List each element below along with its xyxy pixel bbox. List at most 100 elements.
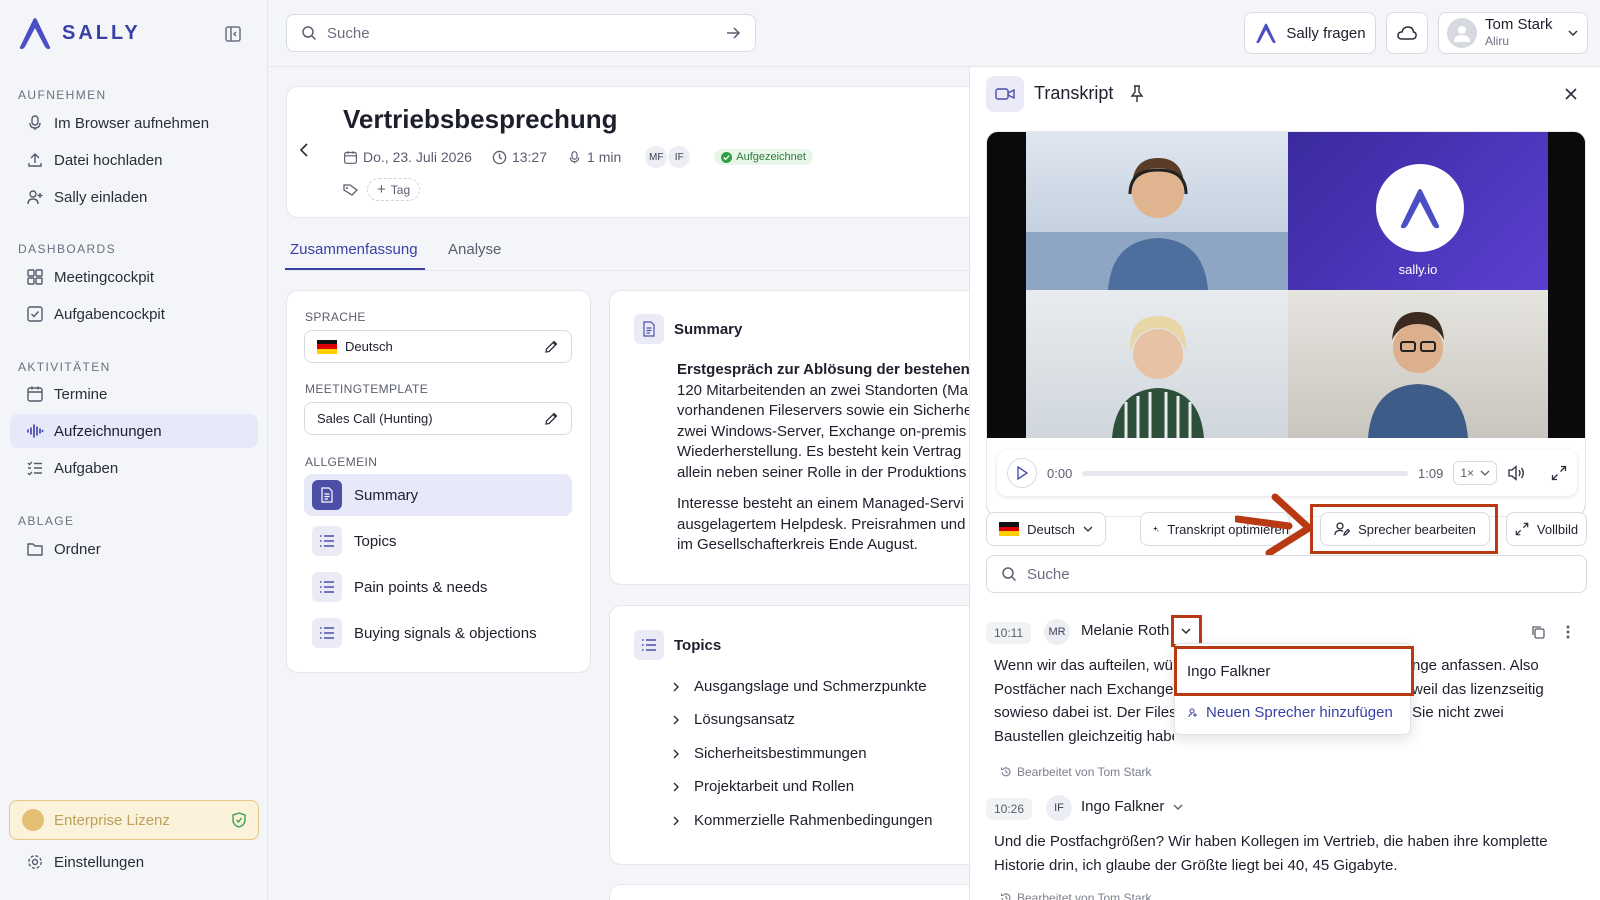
tab-analysis[interactable]: Analyse bbox=[448, 241, 501, 258]
transcript-search-input[interactable]: Suche bbox=[986, 555, 1587, 593]
more-options-icon[interactable] bbox=[1566, 624, 1570, 640]
german-flag-icon bbox=[999, 522, 1020, 537]
list-icon bbox=[312, 526, 342, 556]
arrow-right-icon[interactable] bbox=[725, 25, 741, 41]
meeting-meta: Do., 23. Juli 2026 13:27 1 min MF IF Auf… bbox=[343, 146, 813, 168]
pencil-icon[interactable] bbox=[543, 411, 559, 427]
ask-sally-button[interactable]: Sally fragen bbox=[1244, 12, 1376, 54]
tab-summary[interactable]: Zusammenfassung bbox=[290, 241, 418, 258]
chevron-right-icon bbox=[672, 714, 680, 726]
sidebar-item-invite[interactable]: Sally einladen bbox=[10, 180, 258, 214]
topic-item[interactable]: Kommerzielle Rahmenbedingungen bbox=[672, 812, 932, 829]
speaker-name[interactable]: Melanie Roth bbox=[1081, 622, 1175, 639]
transcript-line: Postfächer nach Exchange bbox=[994, 680, 1174, 698]
add-tag-button[interactable]: + Tag bbox=[367, 178, 421, 201]
speaker-name-row[interactable]: Ingo Falkner bbox=[1081, 798, 1184, 815]
topic-item[interactable]: Ausgangslage und Schmerzpunkte bbox=[672, 678, 927, 695]
user-menu[interactable]: Tom Stark Aliru bbox=[1438, 12, 1588, 54]
chevron-down-icon bbox=[1480, 470, 1490, 476]
calendar-icon bbox=[27, 386, 43, 402]
summary-line: Wiederherstellung. Es besteht kein Vertr… bbox=[677, 443, 962, 460]
pin-icon[interactable] bbox=[1130, 85, 1144, 103]
license-badge[interactable]: Enterprise Lizenz bbox=[9, 800, 259, 840]
fullscreen-button[interactable]: Vollbild bbox=[1506, 512, 1587, 546]
participant-avatar[interactable]: IF bbox=[668, 146, 691, 168]
history-icon bbox=[1000, 893, 1011, 900]
sparkles-icon bbox=[1153, 526, 1159, 532]
logo[interactable]: SALLY bbox=[16, 16, 141, 50]
topic-item[interactable]: Sicherheitsbestimmungen bbox=[672, 745, 867, 762]
transcript-line: Baustellen gleichzeitig haben. bbox=[994, 727, 1174, 745]
search-placeholder: Suche bbox=[327, 24, 370, 42]
sidebar-item-meetingcockpit[interactable]: Meetingcockpit bbox=[10, 260, 258, 294]
sidebar-item-browser-record[interactable]: Im Browser aufnehmen bbox=[10, 106, 258, 140]
list-icon bbox=[312, 618, 342, 648]
language-select[interactable]: Deutsch bbox=[304, 330, 572, 363]
play-icon bbox=[1017, 466, 1028, 480]
add-speaker-button[interactable]: Neuen Sprecher hinzufügen bbox=[1188, 704, 1393, 721]
chevron-right-icon bbox=[672, 781, 680, 793]
progress-slider[interactable] bbox=[1082, 470, 1408, 476]
section-item-topics[interactable]: Topics bbox=[304, 520, 572, 562]
add-tag-label: Tag bbox=[390, 182, 411, 197]
search-icon bbox=[1002, 567, 1017, 582]
participant-tile bbox=[1026, 132, 1288, 290]
sidebar-item-settings[interactable]: Einstellungen bbox=[10, 845, 258, 879]
section-dashboards: DASHBOARDS bbox=[18, 242, 117, 256]
speed-select[interactable]: 1× bbox=[1453, 461, 1497, 485]
speaker-avatar: MR bbox=[1044, 619, 1070, 645]
dropdown-option-label: Ingo Falkner bbox=[1187, 662, 1271, 680]
topics-header: Topics bbox=[634, 630, 721, 660]
topic-item[interactable]: Lösungsansatz bbox=[672, 711, 795, 728]
sidebar-item-recordings[interactable]: Aufzeichnungen bbox=[10, 414, 258, 448]
play-button[interactable] bbox=[1007, 458, 1037, 488]
sidebar-item-upload[interactable]: Datei hochladen bbox=[10, 143, 258, 177]
general-label: ALLGEMEIN bbox=[305, 455, 378, 469]
gear-icon bbox=[28, 855, 42, 869]
close-icon[interactable] bbox=[1564, 87, 1578, 101]
document-icon bbox=[634, 314, 664, 344]
chevron-down-icon bbox=[1568, 30, 1578, 36]
player-bar: 0:00 1:09 1× bbox=[997, 450, 1577, 496]
dropdown-option-ingo-falkner[interactable]: Ingo Falkner bbox=[1174, 646, 1414, 696]
participant-avatar[interactable]: MF bbox=[645, 146, 668, 168]
tag-row: + Tag bbox=[343, 178, 421, 201]
global-search-input[interactable]: Suche bbox=[286, 14, 756, 52]
sidebar-item-label: Aufgabencockpit bbox=[54, 305, 165, 323]
expand-icon[interactable] bbox=[1537, 465, 1567, 481]
section-item-summary[interactable]: Summary bbox=[304, 474, 572, 516]
topic-item[interactable]: Projektarbeit und Rollen bbox=[672, 778, 854, 795]
section-item-pain-points[interactable]: Pain points & needs bbox=[304, 566, 572, 608]
copy-icon[interactable] bbox=[1530, 624, 1546, 640]
topics-title: Topics bbox=[674, 636, 722, 654]
summary-line: allein neben seiner Rolle in der Produkt… bbox=[677, 463, 967, 481]
video-player[interactable]: sally.io 0:00 1:09 1× bbox=[986, 131, 1586, 517]
transcript-line: sowieso dabei ist. Der Files bbox=[994, 704, 1174, 721]
timestamp[interactable]: 10:26 bbox=[986, 798, 1033, 820]
sidebar-item-taskcockpit[interactable]: Aufgabencockpit bbox=[10, 297, 258, 331]
edit-speakers-button[interactable]: Sprecher bearbeiten bbox=[1320, 512, 1490, 546]
section-storage: ABLAGE bbox=[18, 514, 75, 528]
sidebar-item-dates[interactable]: Termine bbox=[10, 377, 258, 411]
sidebar-item-label: Sally einladen bbox=[54, 188, 148, 206]
transcript-language-select[interactable]: Deutsch bbox=[986, 512, 1106, 546]
cloud-button[interactable] bbox=[1386, 12, 1428, 54]
sidebar-item-label: Aufgaben bbox=[54, 459, 119, 477]
topic-label: Kommerzielle Rahmenbedingungen bbox=[694, 812, 933, 829]
speaker-name: Ingo Falkner bbox=[1081, 798, 1165, 815]
tag-icon bbox=[343, 183, 359, 196]
chevron-right-icon bbox=[672, 681, 680, 693]
volume-icon[interactable] bbox=[1507, 465, 1527, 481]
collapse-sidebar-icon[interactable] bbox=[224, 25, 242, 43]
section-item-buying-signals[interactable]: Buying signals & objections bbox=[304, 612, 572, 654]
topic-label: Lösungsansatz bbox=[694, 711, 795, 728]
section-item-label: Topics bbox=[354, 532, 397, 550]
template-select[interactable]: Sales Call (Hunting) bbox=[304, 402, 572, 435]
timestamp[interactable]: 10:11 bbox=[986, 622, 1032, 644]
sidebar-item-folder[interactable]: Ordner bbox=[10, 532, 258, 566]
back-chevron-icon[interactable] bbox=[298, 142, 312, 158]
sidebar-item-tasks[interactable]: Aufgaben bbox=[10, 451, 258, 485]
topic-label: Sicherheitsbestimmungen bbox=[694, 745, 867, 762]
speaker-chevron-down-icon[interactable] bbox=[1180, 626, 1192, 636]
pencil-icon[interactable] bbox=[543, 339, 559, 355]
